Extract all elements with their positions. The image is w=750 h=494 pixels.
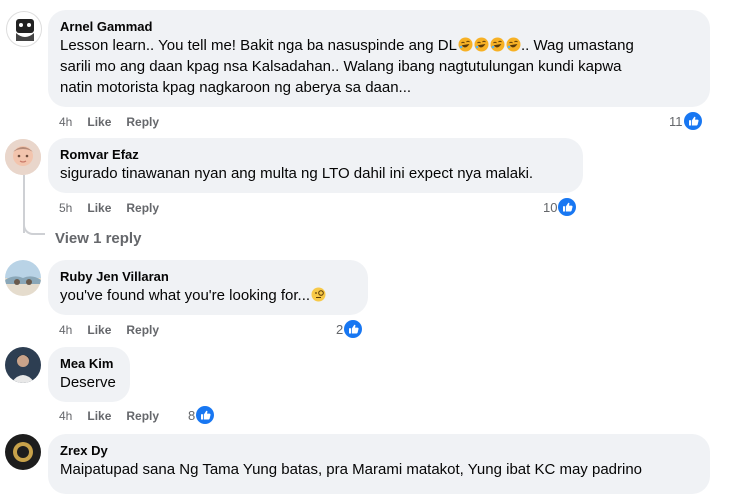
comment-bubble: Arnel Gammad Lesson learn.. You tell me!…: [48, 10, 710, 107]
reaction-count-number: 10: [543, 199, 558, 215]
comment-author[interactable]: Ruby Jen Villaran: [60, 268, 356, 285]
comment-text-line: sarili mo ang daan kpag nsa Kalsadahan..…: [60, 58, 622, 75]
comment-text-line: natin motorista kpag nagkaroon ng aberya…: [60, 79, 412, 96]
comment-bubble: Zrex Dy Maipatupad sana Ng Tama Yung bat…: [48, 434, 710, 494]
avatar[interactable]: [5, 139, 41, 175]
comment-timestamp[interactable]: 5h: [59, 201, 72, 215]
comment-author[interactable]: Arnel Gammad: [60, 18, 698, 35]
comment-bubble: Romvar Efaz sigurado tinawanan nyan ang …: [48, 138, 583, 193]
avatar-image-icon: [5, 347, 41, 383]
like-reaction-icon: [344, 320, 363, 338]
comment-text: sigurado tinawanan nyan ang multa ng LTO…: [60, 165, 534, 182]
laughing-emoji-icon: [473, 37, 489, 52]
comment-actions: 4h Like Reply: [59, 408, 174, 424]
like-button[interactable]: Like: [87, 409, 111, 423]
comment-text: Maipatupad sana Ng Tama Yung batas, pra …: [60, 461, 643, 478]
like-button[interactable]: Like: [87, 201, 111, 215]
like-button[interactable]: Like: [87, 115, 111, 129]
comment-actions: 4h Like Reply: [59, 114, 174, 130]
comment-author[interactable]: Romvar Efaz: [60, 146, 571, 163]
laughing-emoji-icon: [505, 37, 521, 52]
reaction-count[interactable]: 11: [669, 111, 702, 131]
like-reaction-icon: [196, 406, 215, 424]
comment-text: Deserve: [60, 374, 116, 391]
reply-button[interactable]: Reply: [126, 323, 159, 337]
comment-text-line: Lesson learn.. You tell me! Bakit nga ba…: [60, 37, 457, 54]
reaction-count-number: 8: [188, 407, 196, 423]
comment-timestamp[interactable]: 4h: [59, 409, 72, 423]
avatar-image-icon: [5, 434, 41, 470]
reaction-count[interactable]: 8: [188, 405, 215, 425]
comment-text: you've found what you're looking for...: [60, 285, 356, 306]
comment-bubble: Ruby Jen Villaran you've found what you'…: [48, 260, 368, 315]
comment-text: Lesson learn.. You tell me! Bakit nga ba…: [60, 35, 698, 98]
avatar[interactable]: [5, 260, 41, 296]
comment-text-line: .. Wag umastang: [520, 37, 634, 54]
avatar-image-icon: [5, 260, 41, 296]
reaction-count[interactable]: 2: [336, 319, 363, 339]
reply-thread-connector: [23, 215, 45, 235]
reaction-count-number: 11: [669, 113, 683, 129]
comment-author[interactable]: Zrex Dy: [60, 442, 698, 459]
like-reaction-icon: [683, 112, 702, 130]
avatar[interactable]: [5, 347, 41, 383]
monocle-emoji-icon: [311, 287, 327, 302]
comment-actions: 4h Like Reply: [59, 322, 174, 338]
reply-button[interactable]: Reply: [126, 409, 159, 423]
comment-actions: 5h Like Reply: [59, 200, 174, 216]
reaction-count[interactable]: 10: [543, 197, 577, 217]
reply-button[interactable]: Reply: [126, 201, 159, 215]
view-replies-link[interactable]: View 1 reply: [55, 230, 141, 247]
avatar[interactable]: [6, 11, 42, 47]
comment-text-line: you've found what you're looking for...: [60, 287, 311, 304]
like-reaction-icon: [558, 198, 577, 216]
comment-timestamp[interactable]: 4h: [59, 323, 72, 337]
avatar[interactable]: [5, 434, 41, 470]
laughing-emoji-icon: [457, 37, 473, 52]
like-button[interactable]: Like: [87, 323, 111, 337]
comment-author[interactable]: Mea Kim: [60, 355, 118, 372]
laughing-emoji-icon: [489, 37, 505, 52]
avatar-image-icon: [16, 19, 34, 41]
comment-timestamp[interactable]: 4h: [59, 115, 72, 129]
reply-button[interactable]: Reply: [126, 115, 159, 129]
comment-bubble: Mea Kim Deserve: [48, 347, 130, 402]
reaction-count-number: 2: [336, 321, 344, 337]
avatar-image-icon: [5, 139, 41, 175]
